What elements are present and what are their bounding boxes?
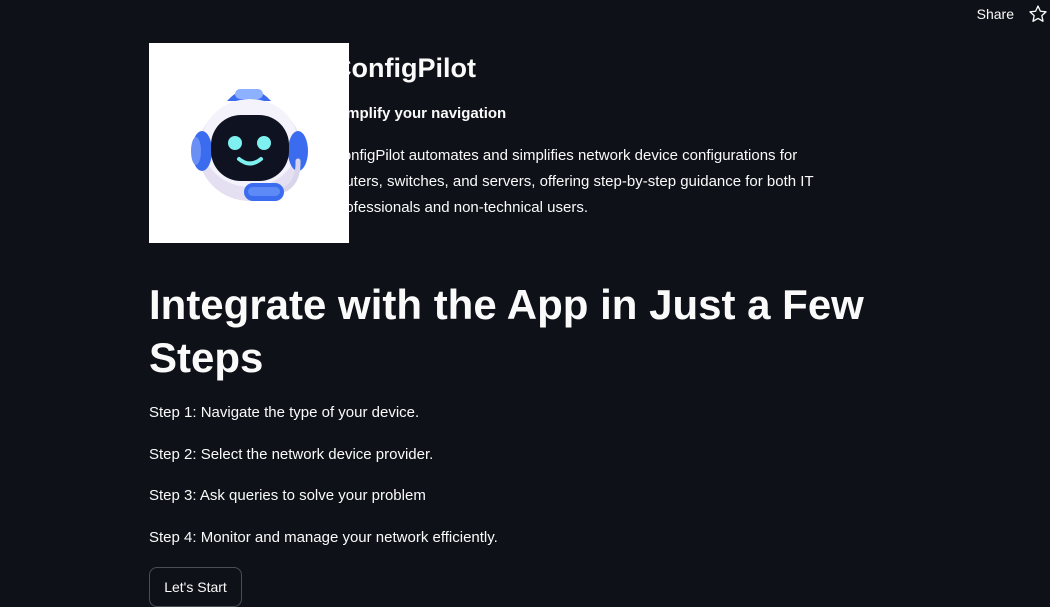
- app-description: ConfigPilot automates and simplifies net…: [332, 147, 814, 216]
- step-1: Step 1: Navigate the type of your device…: [149, 404, 420, 421]
- robot-icon: [191, 89, 308, 201]
- lets-start-button[interactable]: Let's Start: [149, 567, 242, 607]
- tagline: Simplify your navigation: [332, 105, 507, 122]
- hero-section: ConfigPilot Simplify your navigation Con…: [149, 43, 869, 243]
- top-toolbar: Share: [0, 0, 1050, 30]
- robot-logo-image: [149, 43, 349, 243]
- star-icon[interactable]: [1028, 4, 1048, 24]
- step-4: Step 4: Monitor and manage your network …: [149, 528, 498, 546]
- share-button[interactable]: Share: [977, 6, 1014, 22]
- app-title: ConfigPilot: [332, 53, 476, 83]
- steps-list: Step 1: Navigate the type of your device…: [149, 402, 869, 568]
- steps-heading: Integrate with the App in Just a Few Ste…: [149, 281, 864, 381]
- step-2: Step 2: Select the network device provid…: [149, 445, 434, 463]
- step-3: Step 3: Ask queries to solve your proble…: [149, 487, 426, 504]
